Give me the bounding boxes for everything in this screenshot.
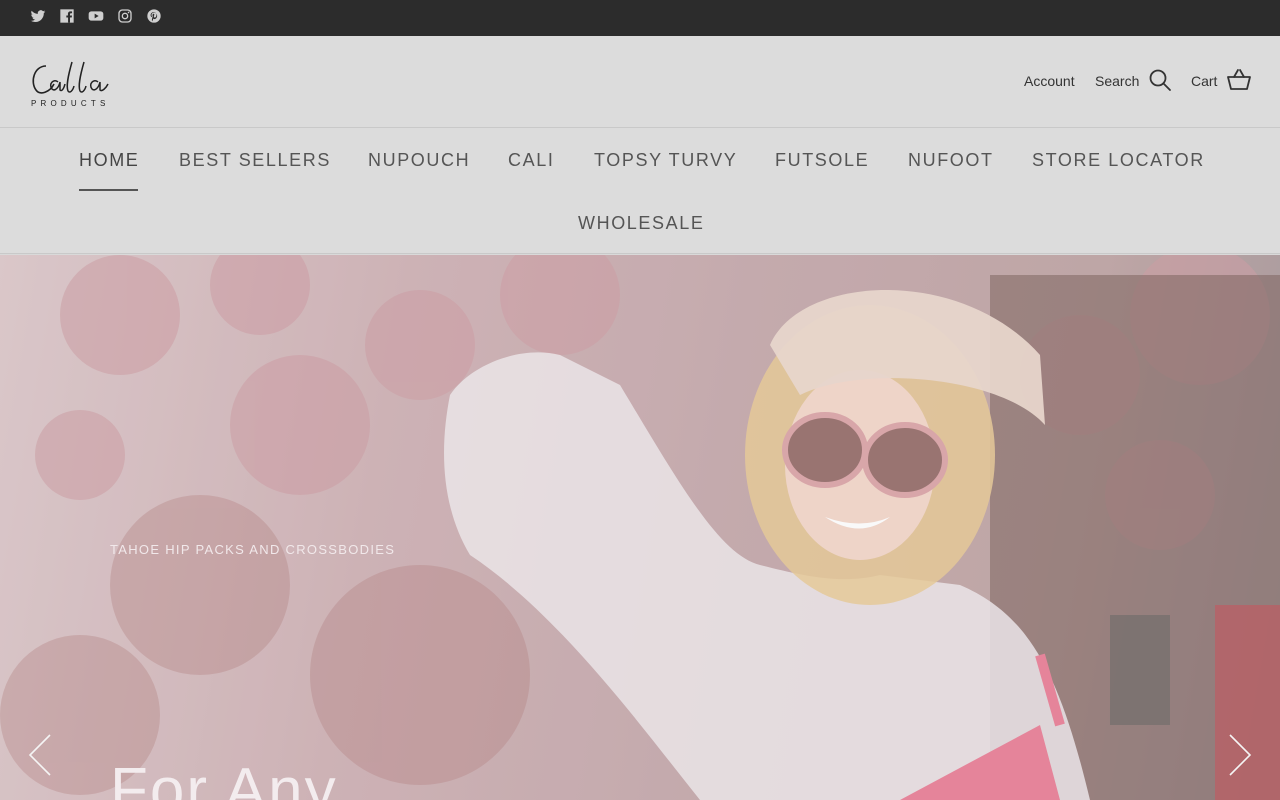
prev-slide-button[interactable] <box>28 733 52 777</box>
hero-overlay <box>0 255 1280 800</box>
nav-cali[interactable]: CALI <box>508 150 554 171</box>
twitter-icon[interactable] <box>30 8 46 24</box>
search-icon[interactable] <box>1148 68 1172 97</box>
instagram-icon[interactable] <box>117 8 133 24</box>
pinterest-icon[interactable] <box>146 8 162 24</box>
nav-store-locator[interactable]: STORE LOCATOR <box>1032 150 1205 171</box>
nav-nupouch[interactable]: NUPOUCH <box>368 150 470 171</box>
main-nav: HOME BEST SELLERS NUPOUCH CALI TOPSY TUR… <box>0 128 1280 254</box>
next-slide-button[interactable] <box>1228 733 1252 777</box>
chevron-right-icon <box>1229 734 1252 776</box>
logo-subtext: PRODUCTS <box>31 99 110 108</box>
facebook-icon[interactable] <box>59 8 75 24</box>
nav-home[interactable]: HOME <box>79 150 139 171</box>
basket-icon[interactable] <box>1226 68 1252 97</box>
account-link[interactable]: Account <box>1024 73 1075 89</box>
hero-title: For Any <box>110 756 338 800</box>
search-link[interactable]: Search <box>1095 73 1139 89</box>
chevron-left-icon <box>28 734 51 776</box>
youtube-icon[interactable] <box>88 8 104 24</box>
cart-link[interactable]: Cart <box>1191 73 1217 89</box>
active-underline <box>79 189 138 191</box>
nav-wholesale[interactable]: WHOLESALE <box>578 213 704 234</box>
hero-kicker: TAHOE HIP PACKS AND CROSSBODIES <box>110 542 396 557</box>
site-header: PRODUCTS Account Search Cart <box>0 36 1280 128</box>
nav-topsy-turvy[interactable]: TOPSY TURVY <box>594 150 737 171</box>
nav-nufoot[interactable]: NUFOOT <box>908 150 994 171</box>
social-bar <box>0 0 1280 36</box>
calla-logo[interactable]: PRODUCTS <box>28 54 132 110</box>
nav-best-sellers[interactable]: BEST SELLERS <box>179 150 331 171</box>
nav-futsole[interactable]: FUTSOLE <box>775 150 869 171</box>
hero-slideshow: TAHOE HIP PACKS AND CROSSBODIES For Any <box>0 255 1280 800</box>
